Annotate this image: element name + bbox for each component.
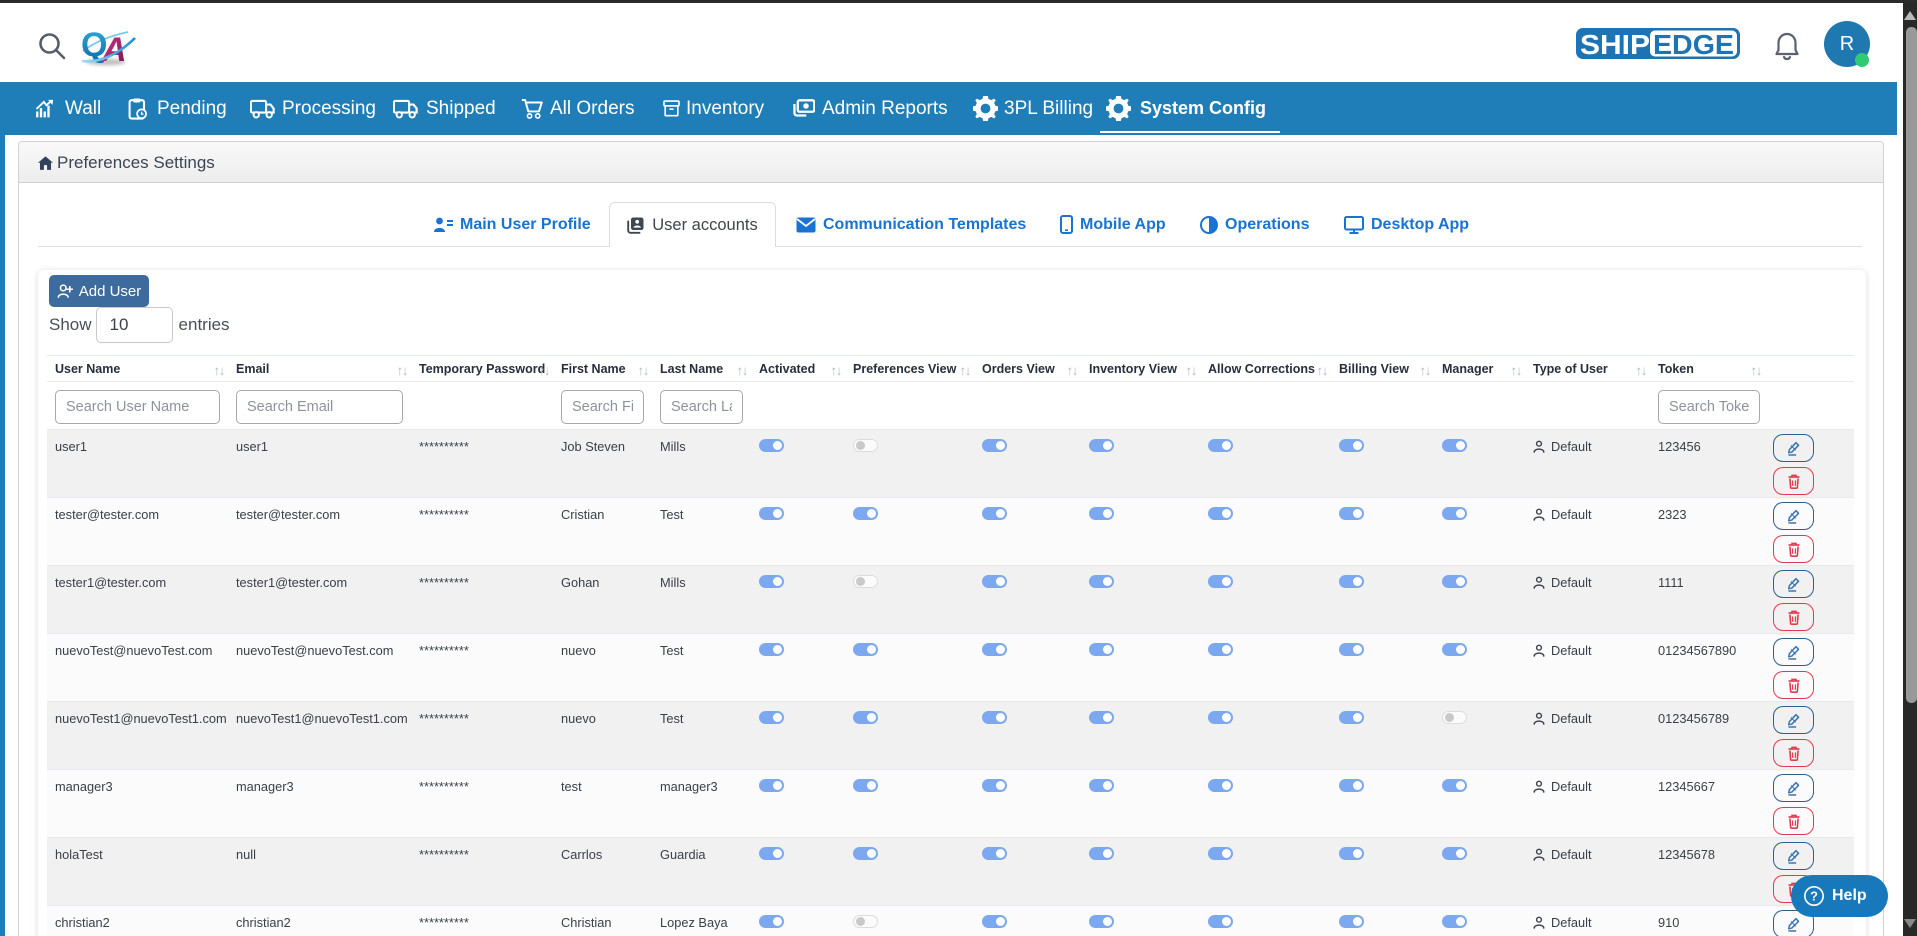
svg-text:A: A [101, 31, 127, 69]
svg-text:SHIP: SHIP [1580, 29, 1650, 59]
svg-text:EDGE: EDGE [1653, 29, 1734, 59]
svg-text:?: ? [1810, 889, 1818, 904]
